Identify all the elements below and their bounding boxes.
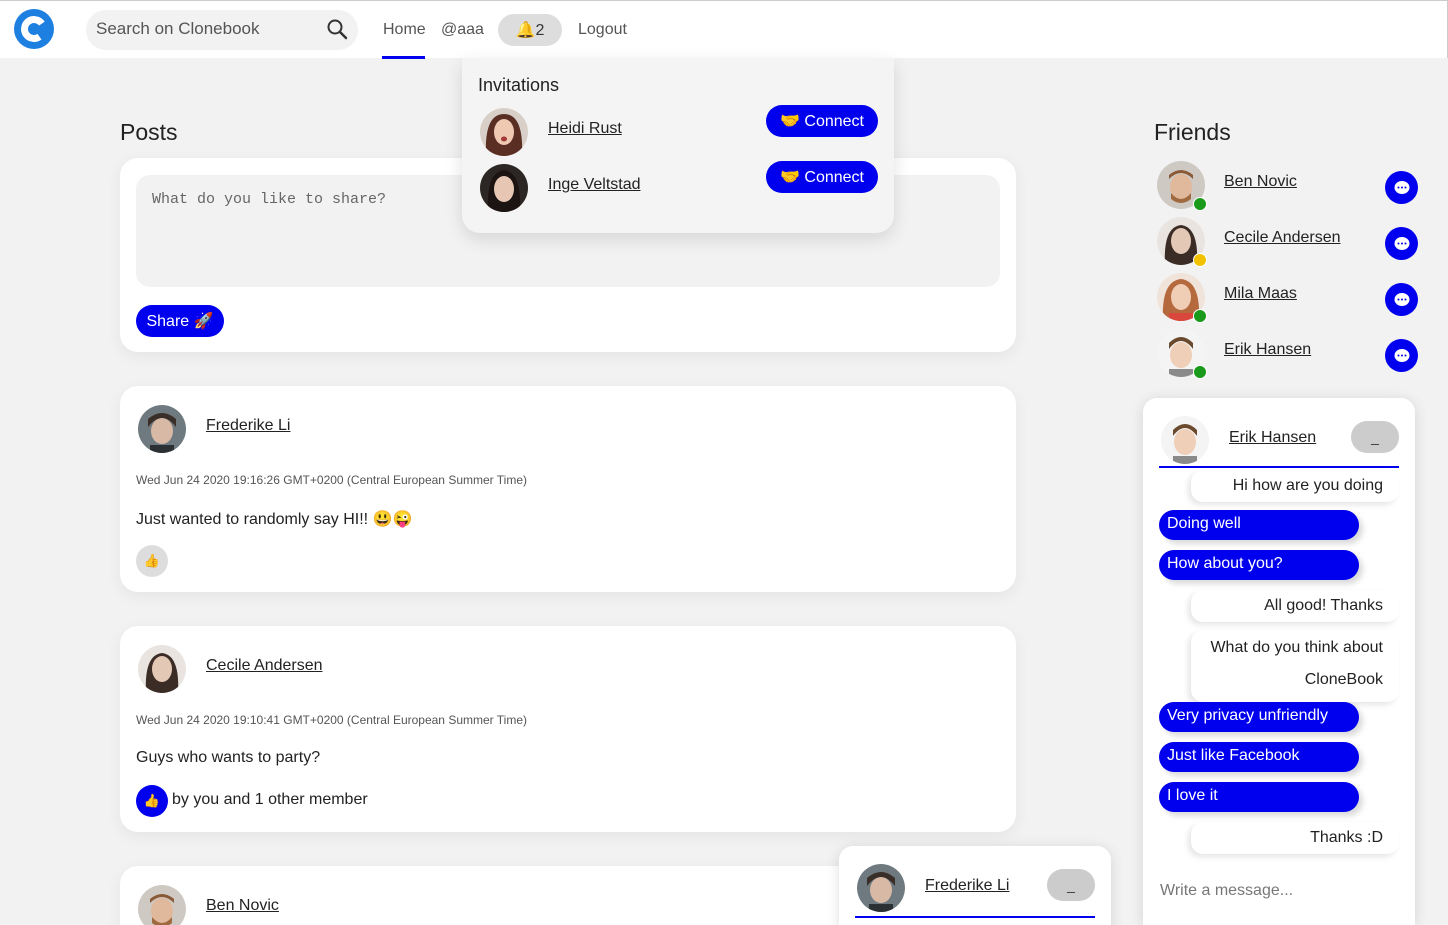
- chat-bubble-icon: [1394, 292, 1409, 306]
- message-button[interactable]: [1385, 339, 1418, 372]
- active-tab-indicator: [382, 56, 425, 59]
- connect-button[interactable]: 🤝 Connect: [766, 161, 878, 193]
- like-button[interactable]: 👍: [136, 785, 168, 817]
- friend-item: Erik Hansen: [1157, 329, 1419, 379]
- message-button[interactable]: [1385, 283, 1418, 316]
- chat-bubble-icon: [1394, 180, 1409, 194]
- minimize-chat-button[interactable]: _: [1047, 869, 1095, 901]
- nav-logout-link[interactable]: Logout: [578, 21, 627, 39]
- search-box: [86, 10, 358, 50]
- invitation-item: Inge Veltstad 🤝 Connect: [480, 161, 880, 212]
- incoming-message: Hi how are you doing: [1191, 470, 1399, 502]
- friends-heading: Friends: [1154, 119, 1231, 145]
- outgoing-message: I love it: [1159, 782, 1359, 812]
- nav-profile-link[interactable]: @aaa: [441, 21, 484, 39]
- online-status-indicator: [1193, 365, 1207, 379]
- chat-contact-name[interactable]: Erik Hansen: [1229, 429, 1316, 447]
- online-status-indicator: [1193, 197, 1207, 211]
- minimize-chat-button[interactable]: _: [1351, 421, 1399, 453]
- post-text: Just wanted to randomly say HI!! 😃😜: [136, 511, 413, 528]
- friend-name-link[interactable]: Mila Maas: [1224, 285, 1297, 303]
- invitation-item: Heidi Rust 🤝 Connect: [480, 105, 880, 156]
- friend-item: Cecile Andersen: [1157, 217, 1419, 267]
- chat-contact-name[interactable]: Frederike Li: [925, 877, 1009, 895]
- chat-bubble-icon: [1394, 236, 1409, 250]
- avatar[interactable]: [480, 164, 528, 212]
- thumbs-up-icon: 👍: [143, 793, 161, 808]
- invitation-name-link[interactable]: Inge Veltstad: [548, 176, 641, 194]
- incoming-message: All good! Thanks: [1191, 590, 1399, 622]
- post-author-link[interactable]: Cecile Andersen: [206, 657, 323, 675]
- search-input[interactable]: [96, 19, 316, 39]
- avatar[interactable]: [480, 108, 528, 156]
- chat-header-divider: [1159, 466, 1399, 468]
- incoming-message: What do you think about CloneBook: [1191, 630, 1399, 702]
- friend-item: Ben Novic: [1157, 161, 1419, 211]
- post-card: Frederike Li Wed Jun 24 2020 19:16:26 GM…: [120, 386, 1016, 592]
- like-button[interactable]: 👍: [136, 545, 168, 577]
- avatar[interactable]: [138, 885, 186, 925]
- invitation-name-link[interactable]: Heidi Rust: [548, 120, 622, 138]
- post-timestamp: Wed Jun 24 2020 19:10:41 GMT+0200 (Centr…: [136, 713, 527, 727]
- notification-count: 🔔2: [515, 22, 545, 39]
- outgoing-message: Doing well: [1159, 510, 1359, 540]
- chat-message-input[interactable]: [1160, 882, 1400, 900]
- friend-name-link[interactable]: Erik Hansen: [1224, 341, 1311, 359]
- incoming-message: Thanks :D: [1191, 822, 1399, 854]
- outgoing-message: Very privacy unfriendly: [1159, 702, 1359, 732]
- friend-name-link[interactable]: Cecile Andersen: [1224, 229, 1341, 247]
- chat-window: Frederike Li _: [839, 846, 1111, 925]
- post-text: Guys who wants to party?: [136, 749, 321, 766]
- chat-window: Erik Hansen _ Hi how are you doing Doing…: [1143, 398, 1415, 925]
- message-button[interactable]: [1385, 227, 1418, 260]
- avatar[interactable]: [1161, 416, 1209, 464]
- avatar[interactable]: [138, 645, 186, 693]
- search-icon[interactable]: [326, 18, 348, 40]
- post-timestamp: Wed Jun 24 2020 19:16:26 GMT+0200 (Centr…: [136, 473, 527, 487]
- invitations-title: Invitations: [478, 75, 560, 95]
- posts-heading: Posts: [120, 119, 178, 145]
- post-author-link[interactable]: Frederike Li: [206, 417, 290, 435]
- clonebook-logo[interactable]: [14, 9, 54, 49]
- outgoing-message: How about you?: [1159, 550, 1359, 580]
- away-status-indicator: [1193, 253, 1207, 267]
- connect-button[interactable]: 🤝 Connect: [766, 105, 878, 137]
- notifications-button[interactable]: 🔔2: [498, 14, 562, 46]
- message-button[interactable]: [1385, 171, 1418, 204]
- share-button[interactable]: Share 🚀: [136, 305, 224, 337]
- nav-home-link[interactable]: Home: [383, 21, 426, 39]
- likes-summary: by you and 1 other member: [172, 791, 368, 808]
- outgoing-message: Just like Facebook: [1159, 742, 1359, 772]
- post-card: Cecile Andersen Wed Jun 24 2020 19:10:41…: [120, 626, 1016, 832]
- post-author-link[interactable]: Ben Novic: [206, 897, 279, 915]
- thumbs-up-icon: 👍: [143, 553, 161, 568]
- chat-header-divider: [855, 916, 1095, 918]
- avatar[interactable]: [857, 864, 905, 912]
- online-status-indicator: [1193, 309, 1207, 323]
- friend-item: Mila Maas: [1157, 273, 1419, 323]
- logo-mark: [18, 13, 50, 45]
- avatar[interactable]: [138, 405, 186, 453]
- friend-name-link[interactable]: Ben Novic: [1224, 173, 1297, 191]
- top-bar: Home @aaa 🔔2 Logout: [0, 0, 1448, 59]
- invitations-dropdown: Invitations Heidi Rust 🤝 Connect Inge Ve…: [462, 58, 894, 233]
- chat-bubble-icon: [1394, 348, 1409, 362]
